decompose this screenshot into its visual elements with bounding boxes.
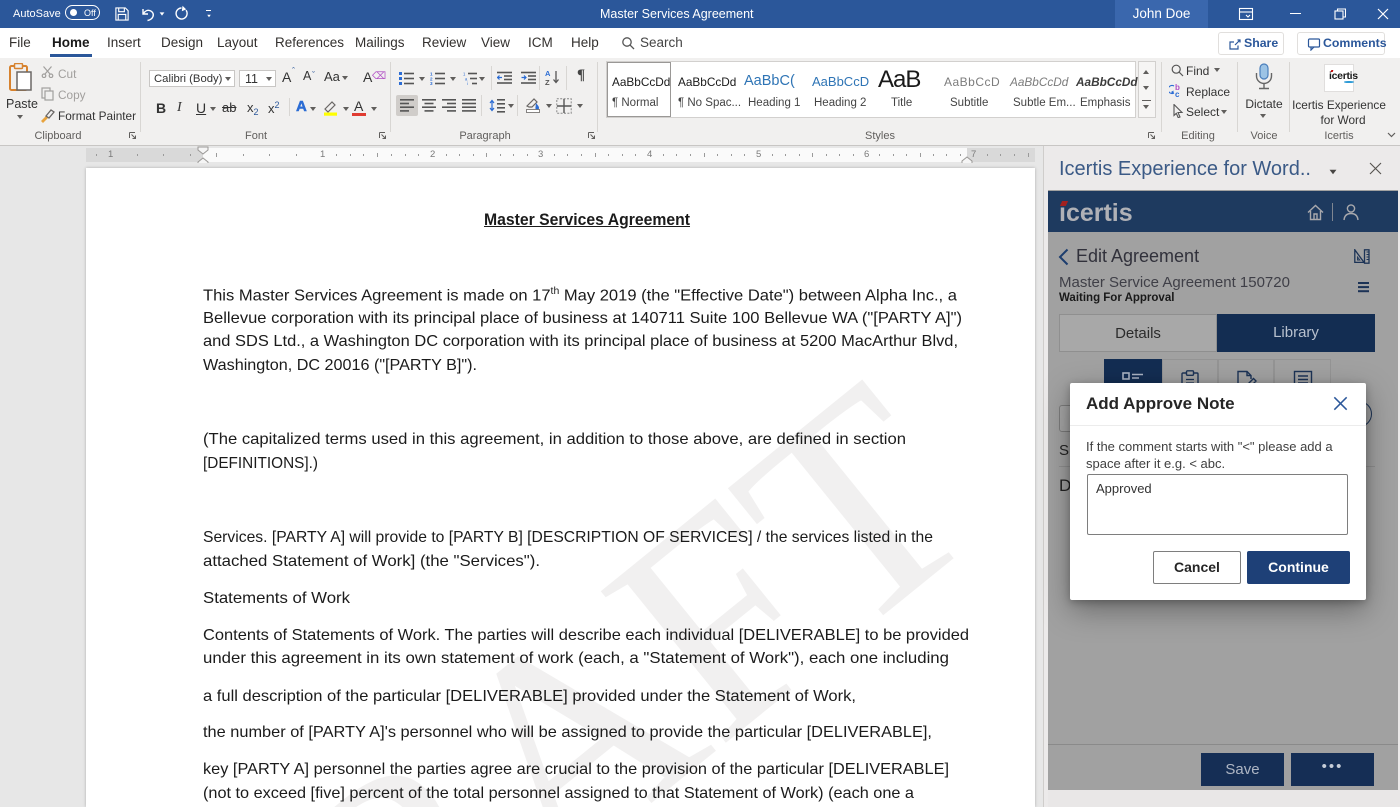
svg-text:c: c	[1175, 90, 1180, 97]
svg-text:Z: Z	[545, 78, 550, 86]
svg-text:A: A	[545, 69, 551, 78]
svg-text:i: i	[467, 81, 468, 85]
svg-text:3: 3	[430, 81, 433, 85]
